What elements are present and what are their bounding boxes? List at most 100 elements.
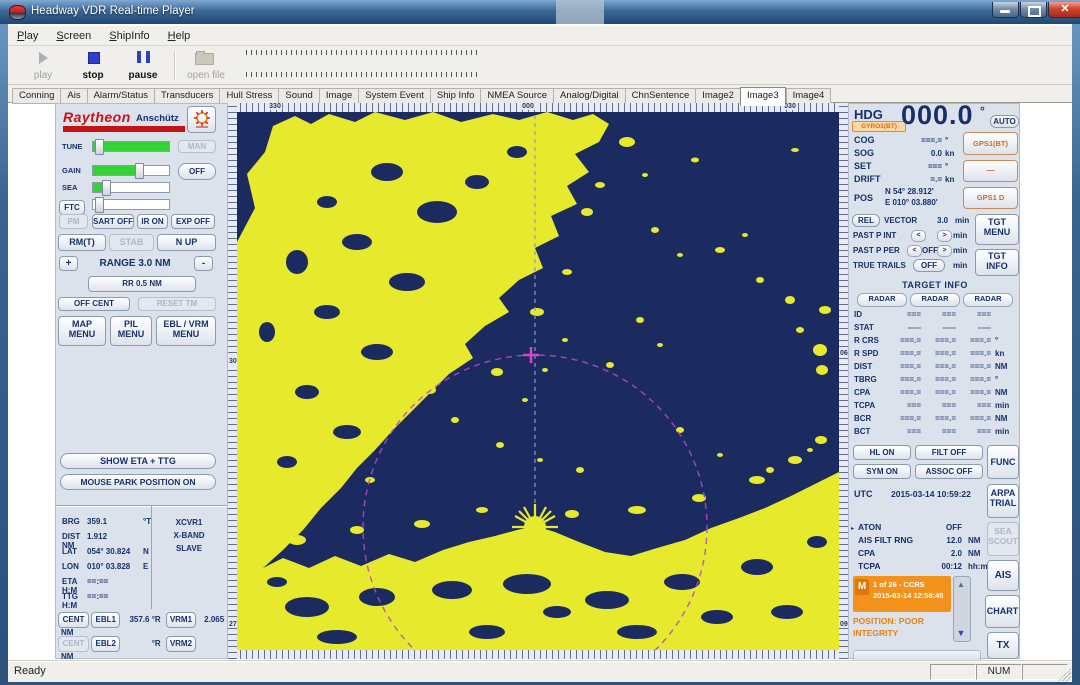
scroll-up-icon[interactable]: ▲ — [955, 579, 967, 591]
rel-vector-button[interactable]: REL — [852, 214, 880, 227]
tgt-info-button[interactable]: TGT INFO — [975, 249, 1019, 276]
tab-transducers[interactable]: Transducers — [154, 88, 219, 104]
tab-alarm-status[interactable]: Alarm/Status — [87, 88, 154, 104]
reset-tm-button[interactable]: RESET TM — [138, 297, 216, 311]
scroll-down-icon[interactable]: ▼ — [955, 627, 967, 639]
menu-item-help[interactable]: Help — [159, 28, 200, 42]
slider-track-tune[interactable] — [92, 141, 170, 152]
ir-on-button[interactable]: IR ON — [137, 214, 168, 229]
filt-off-button[interactable]: FILT OFF — [915, 445, 983, 460]
range-minus-button[interactable]: - — [194, 256, 213, 271]
tab-image4[interactable]: Image4 — [786, 88, 832, 104]
off-cent-button[interactable]: OFF CENT — [58, 297, 130, 311]
assoc-off-button[interactable]: ASSOC OFF — [915, 464, 983, 479]
tab-image[interactable]: Image — [319, 88, 358, 104]
pause-button[interactable]: pause — [120, 48, 166, 82]
radar-ppi-display[interactable] — [237, 112, 839, 650]
target-source-buttons: RADARRADARRADAR — [857, 293, 1013, 307]
sea-off-button[interactable]: OFF — [178, 163, 216, 180]
slider-thumb-tune[interactable] — [95, 139, 104, 155]
sym-on-button[interactable]: SYM ON — [853, 464, 911, 479]
slider-track-sea[interactable] — [92, 182, 170, 193]
show-eta-ttg-button[interactable]: SHOW ETA + TTG — [60, 453, 216, 469]
tab-image3[interactable]: Image3 — [740, 87, 786, 106]
tab-analog-digital[interactable]: Analog/Digital — [553, 88, 625, 104]
alert-scrollbar[interactable]: ▲ ▼ — [953, 576, 971, 642]
slider-thumb-rain[interactable] — [95, 197, 104, 213]
past-int-increase-button[interactable]: > — [937, 230, 952, 242]
tab-hull-stress[interactable]: Hull Stress — [219, 88, 278, 104]
range-rings-button[interactable]: RR 0.5 NM — [88, 276, 196, 292]
auto-button[interactable]: AUTO — [990, 115, 1019, 128]
slider-track-rain[interactable] — [92, 199, 170, 210]
ebl2-button[interactable]: EBL2 — [91, 636, 120, 652]
menu-item-shipinfo[interactable]: ShipInfo — [100, 28, 158, 42]
application-window: Headway VDR Real-time Player ✕ PlayScree… — [0, 0, 1080, 685]
sart-off-button[interactable]: SART OFF — [92, 214, 134, 229]
title-bar[interactable]: Headway VDR Real-time Player — [0, 0, 1080, 24]
stab-button[interactable]: STAB — [109, 234, 154, 251]
tab-conning[interactable]: Conning — [12, 88, 60, 104]
tab-image2[interactable]: Image2 — [695, 88, 740, 104]
gps1-bt-button[interactable]: GPS1(BT) — [963, 132, 1018, 155]
sea-scout-button[interactable]: SEA SCOUT — [987, 522, 1019, 556]
open-file-button[interactable]: open file — [180, 48, 232, 82]
menu-item-play[interactable]: Play — [8, 28, 47, 42]
tab-system-event[interactable]: System Event — [358, 88, 430, 104]
pm-button[interactable]: PM — [59, 214, 88, 229]
ebl-vrm-menu-button[interactable]: EBL / VRM MENU — [156, 316, 216, 346]
tab-nmea-source[interactable]: NMEA Source — [480, 88, 553, 104]
mouse-park-button[interactable]: MOUSE PARK POSITION ON — [60, 474, 216, 490]
past-per-decrease-button[interactable]: < — [907, 245, 922, 257]
north-up-button[interactable]: N UP — [157, 234, 216, 251]
vrm1-button[interactable]: VRM1 — [166, 612, 196, 628]
cent1-button[interactable]: CENT — [58, 612, 89, 628]
target-value: ----- — [886, 323, 921, 332]
gps1-d-button[interactable]: GPS1 D — [963, 187, 1018, 209]
func-button[interactable]: FUNC — [987, 445, 1019, 479]
arpa-trial-button[interactable]: ARPA TRIAL — [987, 484, 1019, 518]
bearing-scale-right: 060090 — [839, 103, 848, 659]
tune-man-button[interactable]: MAN — [178, 140, 216, 153]
close-button[interactable]: ✕ — [1048, 2, 1080, 18]
cursor-row-eta: ETA==:==H:M — [62, 577, 154, 592]
play-button[interactable]: play — [20, 48, 66, 82]
slider-thumb-gain[interactable] — [135, 163, 144, 179]
chart-button[interactable]: CHART — [985, 595, 1020, 628]
ebl1-button[interactable]: EBL1 — [91, 612, 120, 628]
radar-source-button-1[interactable]: RADAR — [857, 293, 907, 307]
stop-button[interactable]: stop — [70, 48, 116, 82]
slider-row-sea: SEA — [62, 181, 174, 194]
resize-grip[interactable] — [1058, 668, 1071, 681]
maximize-button[interactable] — [1020, 2, 1047, 18]
ftc-button[interactable]: FTC — [59, 200, 85, 215]
slider-thumb-sea[interactable] — [102, 180, 111, 196]
radar-source-button-2[interactable]: RADAR — [910, 293, 960, 307]
tab-sound[interactable]: Sound — [278, 88, 318, 104]
tgt-menu-button[interactable]: TGT MENU — [975, 214, 1019, 245]
true-trails-off-button[interactable]: OFF — [913, 259, 945, 272]
tab-ais[interactable]: Ais — [60, 88, 86, 104]
alert-message-box[interactable]: M 1 of 26 - CCRS 2015-03-14 12:58:45 — [853, 576, 951, 612]
past-per-increase-button[interactable]: > — [937, 245, 952, 257]
set-drift-source-button[interactable]: — — [963, 160, 1018, 182]
tab-chnsentence[interactable]: ChnSentence — [625, 88, 696, 104]
interswitch-button[interactable] — [187, 106, 216, 133]
tab-ship-info[interactable]: Ship Info — [430, 88, 481, 104]
slider-track-gain[interactable] — [92, 165, 170, 176]
map-menu-button[interactable]: MAP MENU — [58, 316, 106, 346]
pil-menu-button[interactable]: PIL MENU — [110, 316, 152, 346]
past-int-decrease-button[interactable]: < — [911, 230, 926, 242]
menu-item-screen[interactable]: Screen — [47, 28, 100, 42]
cent2-button[interactable]: CENT — [58, 636, 89, 652]
hl-on-button[interactable]: HL ON — [853, 445, 911, 460]
ais-button[interactable]: AIS — [987, 560, 1019, 591]
vrm2-button[interactable]: VRM2 — [166, 636, 196, 652]
target-value: ===.= — [921, 362, 956, 371]
radar-source-button-3[interactable]: RADAR — [963, 293, 1013, 307]
range-plus-button[interactable]: + — [59, 256, 78, 271]
rm-t-button[interactable]: RM(T) — [58, 234, 106, 251]
exp-off-button[interactable]: EXP OFF — [171, 214, 215, 229]
minimize-button[interactable] — [992, 2, 1019, 18]
tx-button[interactable]: TX — [987, 632, 1019, 659]
